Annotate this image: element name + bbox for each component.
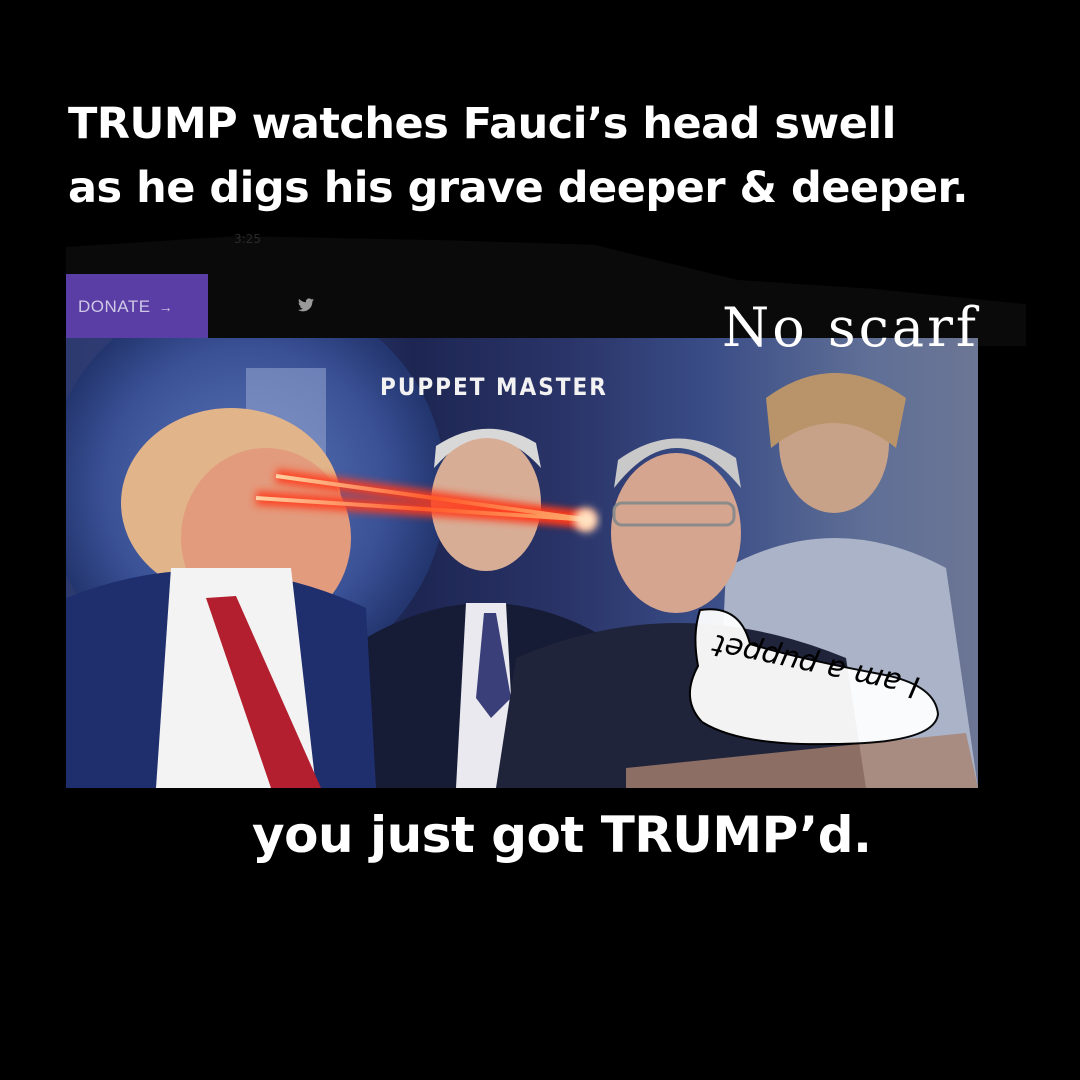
footer-caption: you just got TRUMP’d. bbox=[252, 806, 872, 864]
headline-line-1: TRUMP watches Fauci’s head swell bbox=[68, 99, 896, 149]
faint-timestamp: 3:25 bbox=[234, 232, 261, 246]
photo-caption: PUPPET MASTER bbox=[380, 373, 608, 401]
twitter-icon[interactable] bbox=[298, 298, 314, 312]
arrow-right-icon: → bbox=[158, 299, 174, 315]
donate-label: DONATE bbox=[78, 297, 151, 316]
donate-button[interactable]: DONATE → bbox=[66, 274, 208, 340]
headline-line-2: as he digs his grave deeper & deeper. bbox=[68, 163, 968, 213]
fauci-head bbox=[611, 453, 741, 613]
headline: TRUMP watches Fauci’s head swell as he d… bbox=[68, 92, 1048, 220]
no-scarf-overlay: No scarf bbox=[722, 296, 979, 359]
